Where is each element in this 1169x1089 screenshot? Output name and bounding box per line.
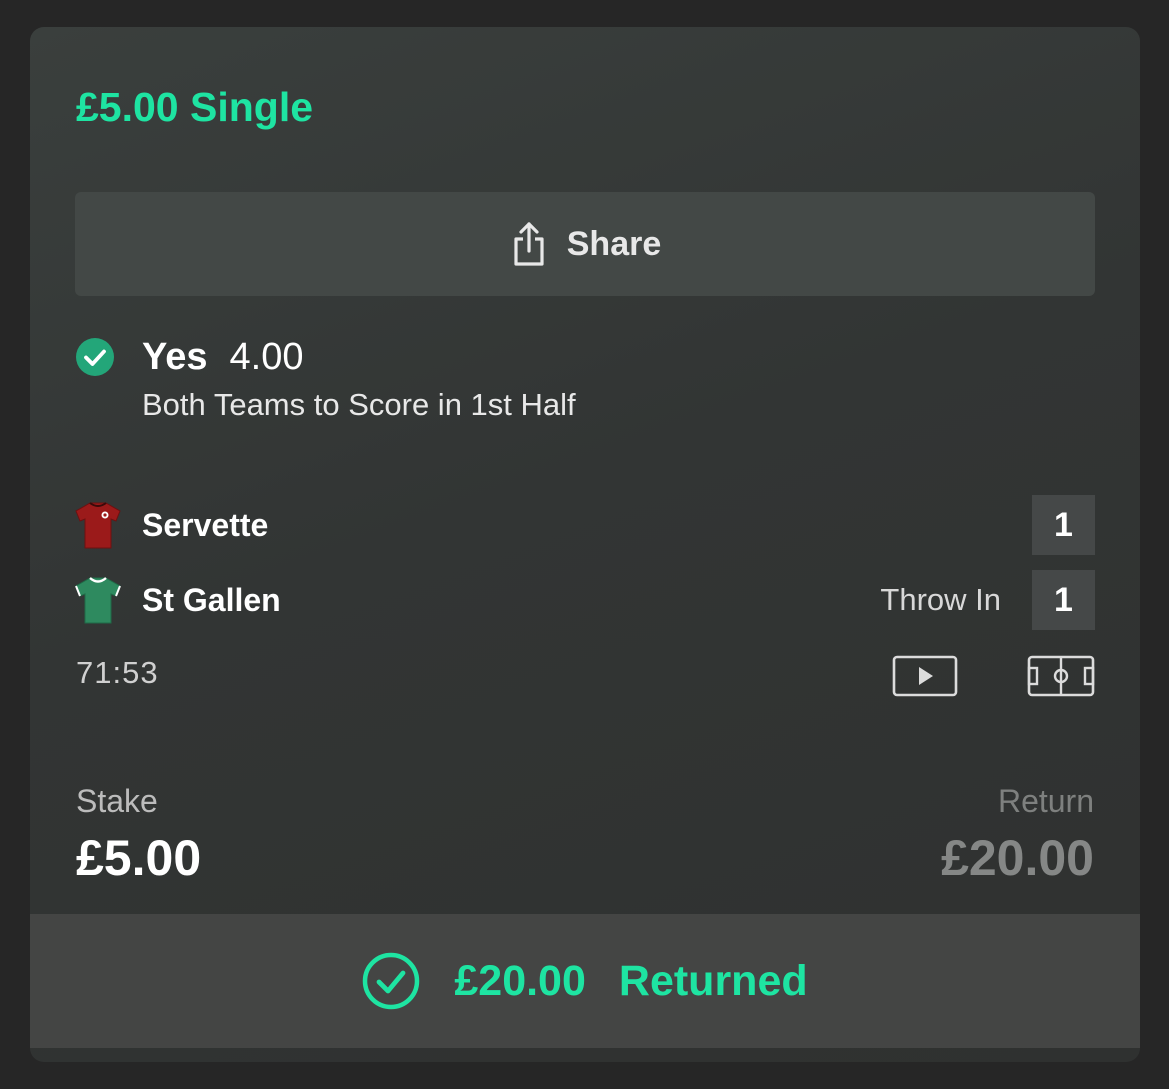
return-value: £20.00 — [941, 830, 1094, 886]
return-label: Return — [997, 783, 1094, 819]
team-name: St Gallen — [142, 582, 281, 618]
selection-name: Yes — [142, 336, 208, 378]
team-row-home: Servette 1 — [75, 495, 1095, 555]
team-score: 1 — [1032, 570, 1095, 630]
pitch-icon[interactable] — [1027, 655, 1095, 697]
returned-amount: £20.00 — [454, 956, 586, 1005]
returned-banner: £20.00 Returned — [30, 914, 1140, 1048]
selection-odds: 4.00 — [229, 336, 304, 378]
check-circle-icon — [75, 337, 115, 377]
shirt-icon — [75, 501, 121, 549]
match-clock: 71:53 — [76, 655, 159, 690]
selection-market: Both Teams to Score in 1st Half — [142, 387, 576, 422]
stake-value: £5.00 — [76, 830, 202, 886]
share-button[interactable]: Share — [75, 192, 1095, 296]
check-circle-outline-icon — [362, 952, 420, 1010]
team-row-away: St Gallen Throw In 1 — [75, 570, 1095, 630]
share-icon — [509, 221, 549, 267]
share-label: Share — [566, 224, 662, 263]
stake-label: Stake — [76, 783, 158, 819]
team-score: 1 — [1032, 495, 1095, 555]
team-name: Servette — [142, 507, 269, 543]
bet-card: £5.00 Single Share Yes 4.00 Both Teams to… — [30, 27, 1140, 1062]
video-icon[interactable] — [892, 655, 958, 697]
bet-title: £5.00 Single — [76, 84, 314, 130]
match-event-status: Throw In — [880, 582, 1001, 617]
selection-line: Yes 4.00 — [142, 333, 304, 389]
returned-label: Returned — [618, 956, 808, 1005]
shirt-icon — [75, 576, 121, 624]
